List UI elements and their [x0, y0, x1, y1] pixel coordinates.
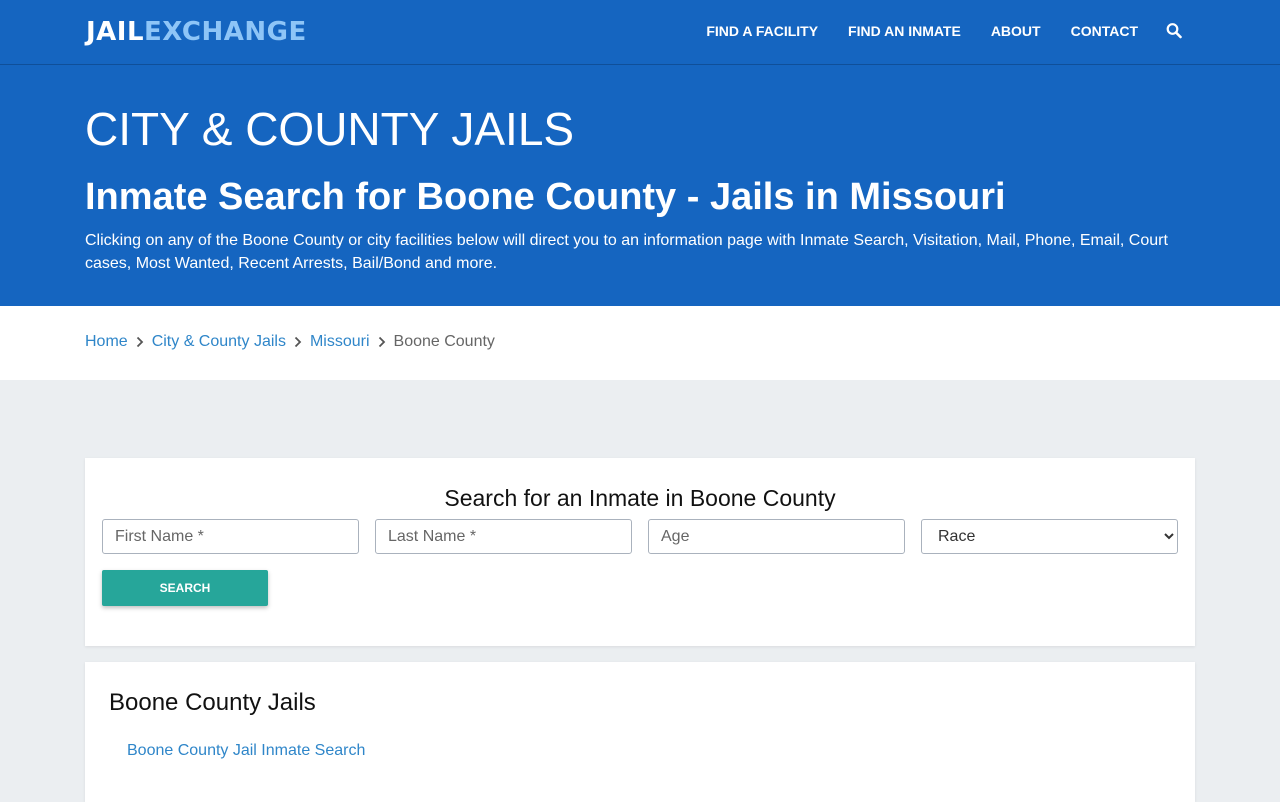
jails-list-title: Boone County Jails [109, 689, 316, 716]
breadcrumb: Home City & County Jails Missouri Boone … [0, 306, 1280, 380]
nav-find-facility[interactable]: FIND A FACILITY [706, 22, 818, 40]
top-navbar: JAILEXCHANGE FIND A FACILITY FIND AN INM… [0, 0, 1280, 65]
search-button[interactable]: SEARCH [102, 570, 268, 606]
search-icon[interactable] [1166, 22, 1182, 40]
chevron-right-icon [286, 332, 310, 352]
page-description: Clicking on any of the Boone County or c… [85, 232, 1168, 272]
chevron-right-icon [128, 332, 152, 352]
nav-find-inmate[interactable]: FIND AN INMATE [848, 22, 961, 40]
first-name-input[interactable] [102, 519, 359, 554]
race-select[interactable]: Race [921, 519, 1178, 554]
inmate-search-card: Search for an Inmate in Boone County Rac… [85, 458, 1195, 646]
breadcrumb-home[interactable]: Home [85, 332, 128, 352]
breadcrumb-current: Boone County [393, 333, 495, 350]
breadcrumb-city-county-jails[interactable]: City & County Jails [152, 332, 286, 352]
jail-link[interactable]: Boone County Jail Inmate Search [127, 741, 365, 761]
jails-list-card: Boone County Jails Boone County Jail Inm… [85, 662, 1195, 802]
breadcrumb-missouri[interactable]: Missouri [310, 332, 370, 352]
age-input[interactable] [648, 519, 905, 554]
last-name-input[interactable] [375, 519, 632, 554]
nav-contact[interactable]: CONTACT [1071, 22, 1138, 40]
nav-about[interactable]: ABOUT [991, 22, 1041, 40]
main-nav: FIND A FACILITY FIND AN INMATE ABOUT CON… [676, 22, 1182, 40]
search-card-title: Search for an Inmate in Boone County [444, 485, 836, 511]
page-subtitle: Inmate Search for Boone County - Jails i… [85, 176, 1006, 218]
site-logo[interactable]: JAILEXCHANGE [86, 17, 307, 47]
hero-banner: CITY & COUNTY JAILS Inmate Search for Bo… [0, 65, 1280, 306]
chevron-right-icon [370, 332, 394, 352]
page-title: CITY & COUNTY JAILS [85, 103, 575, 155]
